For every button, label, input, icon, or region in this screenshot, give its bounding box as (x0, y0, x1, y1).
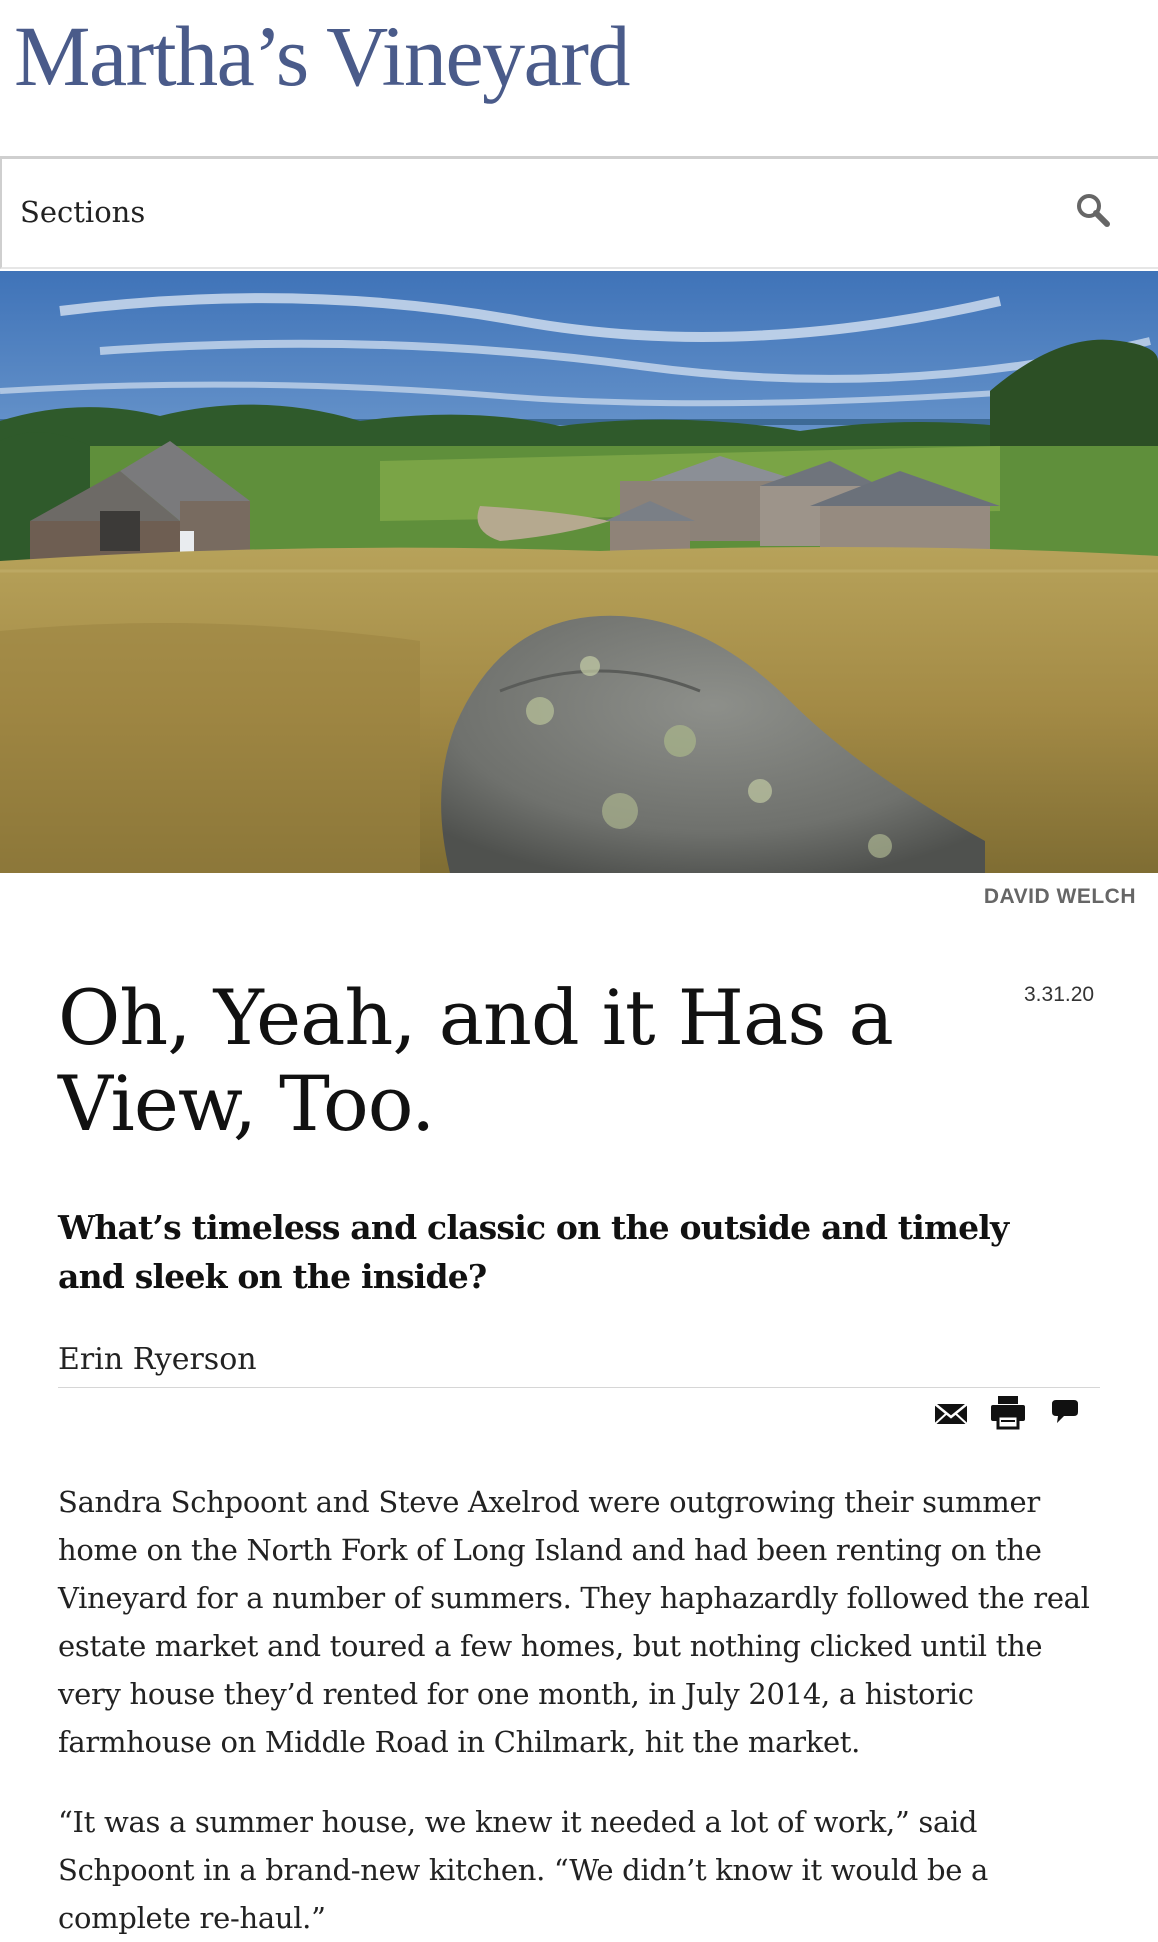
hero-photo (0, 271, 1158, 873)
masthead: Martha’s Vineyard (0, 0, 1158, 156)
site-logo[interactable]: Martha’s Vineyard (14, 6, 630, 106)
article-paragraph: Sandra Schpoont and Steve Axelrod were o… (58, 1485, 1090, 1759)
email-icon[interactable] (932, 1392, 970, 1432)
article-headline: Oh, Yeah, and it Has a View, Too. (58, 973, 894, 1148)
print-icon[interactable] (988, 1392, 1028, 1432)
comment-icon[interactable] (1048, 1392, 1082, 1432)
photo-credit: DAVID WELCH (983, 885, 1136, 908)
publish-date: 3.31.20 (1024, 983, 1095, 1006)
author-byline[interactable]: Erin Ryerson (58, 1342, 257, 1377)
nav-bar: Sections (0, 156, 1158, 269)
article-subheadline: What’s timeless and classic on the outsi… (58, 1208, 1009, 1296)
search-icon[interactable] (1072, 189, 1116, 233)
sections-menu-button[interactable]: Sections (20, 195, 145, 229)
article-paragraph: “It was a summer house, we knew it neede… (58, 1805, 989, 1935)
byline-divider (58, 1387, 1100, 1388)
